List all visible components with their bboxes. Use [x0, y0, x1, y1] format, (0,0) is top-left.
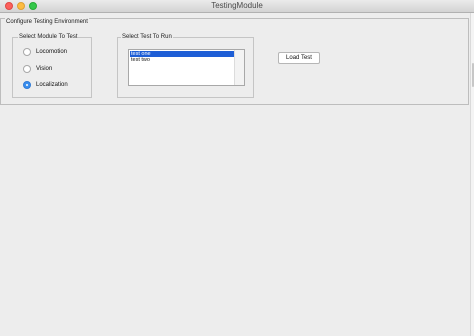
test-list[interactable]: test one test two [128, 49, 245, 86]
radio-button-icon[interactable] [23, 65, 31, 73]
radio-label: Locomotion [36, 49, 68, 55]
radio-label: Vision [36, 66, 53, 72]
load-test-button[interactable]: Load Test [278, 52, 320, 64]
vertical-scrollbar[interactable] [470, 13, 474, 336]
radio-button-selected-icon[interactable] [23, 81, 31, 89]
module-group-legend: Select Module To Test [18, 33, 79, 41]
radio-option-localization[interactable]: Localization [23, 80, 68, 90]
radio-option-locomotion[interactable]: Locomotion [23, 47, 67, 57]
window-content: Configure Testing Environment Select Mod… [0, 13, 474, 336]
window-title: TestingModule [211, 1, 263, 10]
radio-label: Localization [36, 82, 68, 88]
list-scrollbar[interactable] [234, 50, 244, 85]
configure-testing-environment-panel: Configure Testing Environment Select Mod… [0, 18, 469, 105]
radio-button-icon[interactable] [23, 48, 31, 56]
panel-legend: Configure Testing Environment [5, 18, 89, 26]
module-select-group: Select Module To Test Locomotion Vision … [12, 33, 92, 98]
radio-option-vision[interactable]: Vision [23, 64, 52, 74]
window-titlebar[interactable]: TestingModule [0, 0, 474, 13]
test-select-group: Select Test To Run test one test two [117, 33, 254, 98]
list-item[interactable]: test two [130, 57, 235, 63]
test-group-legend: Select Test To Run [121, 33, 173, 41]
